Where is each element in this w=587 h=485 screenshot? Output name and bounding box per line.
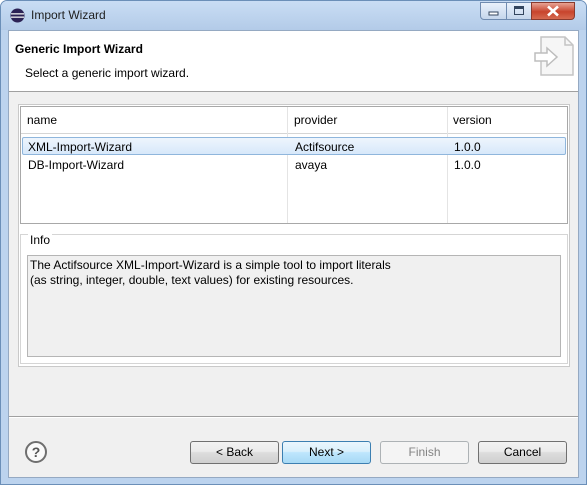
page-title: Generic Import Wizard: [15, 42, 143, 56]
table-row-db-import-wizard[interactable]: DB-Import-Wizard avaya 1.0.0: [22, 156, 566, 174]
window-bottom-border: [1, 478, 586, 484]
cell-provider: avaya: [295, 158, 328, 172]
import-wizard-banner-icon: [534, 36, 574, 76]
maximize-button[interactable]: [506, 2, 532, 20]
column-header-name[interactable]: name: [27, 113, 57, 127]
info-text-line: The Actifsource XML-Import-Wizard is a s…: [30, 258, 391, 272]
info-text-area[interactable]: The Actifsource XML-Import-Wizard is a s…: [27, 255, 561, 357]
page-description: Select a generic import wizard.: [25, 66, 190, 80]
next-button[interactable]: Next >: [282, 441, 371, 464]
column-header-provider[interactable]: provider: [294, 113, 337, 127]
cell-version: 1.0.0: [454, 140, 481, 154]
cancel-button[interactable]: Cancel: [478, 441, 567, 464]
maximize-icon: [514, 6, 524, 15]
info-text-line: (as string, integer, double, text values…: [30, 273, 354, 287]
help-icon[interactable]: ?: [25, 441, 47, 463]
cell-name: XML-Import-Wizard: [28, 140, 133, 154]
table-header: name provider version: [21, 107, 567, 134]
info-group-label: Info: [28, 233, 53, 247]
close-icon: [547, 5, 559, 17]
wizard-selection-panel: name provider version XML-Import-Wizard …: [18, 104, 570, 367]
cell-provider: Actifsource: [295, 140, 355, 154]
import-wizard-window: Import Wizard Generic Import Wizard Sele…: [0, 0, 587, 485]
dialog-client-area: Generic Import Wizard Select a generic i…: [8, 30, 579, 478]
title-bar[interactable]: Import Wizard: [1, 1, 586, 30]
footer-separator: [9, 416, 578, 418]
window-title: Import Wizard: [31, 8, 106, 22]
cell-name: DB-Import-Wizard: [28, 158, 125, 172]
minimize-button[interactable]: [480, 2, 507, 20]
cell-version: 1.0.0: [454, 158, 481, 172]
back-button[interactable]: < Back: [190, 441, 279, 464]
column-header-version[interactable]: version: [453, 113, 492, 127]
minimize-icon: [488, 11, 499, 16]
table-row-xml-import-wizard[interactable]: XML-Import-Wizard Actifsource 1.0.0: [22, 137, 566, 155]
wizards-table: name provider version XML-Import-Wizard …: [20, 106, 568, 224]
wizard-header: Generic Import Wizard Select a generic i…: [9, 31, 578, 92]
close-window-button[interactable]: [531, 2, 575, 20]
finish-button[interactable]: Finish: [380, 441, 469, 464]
eclipse-icon: [10, 8, 25, 23]
